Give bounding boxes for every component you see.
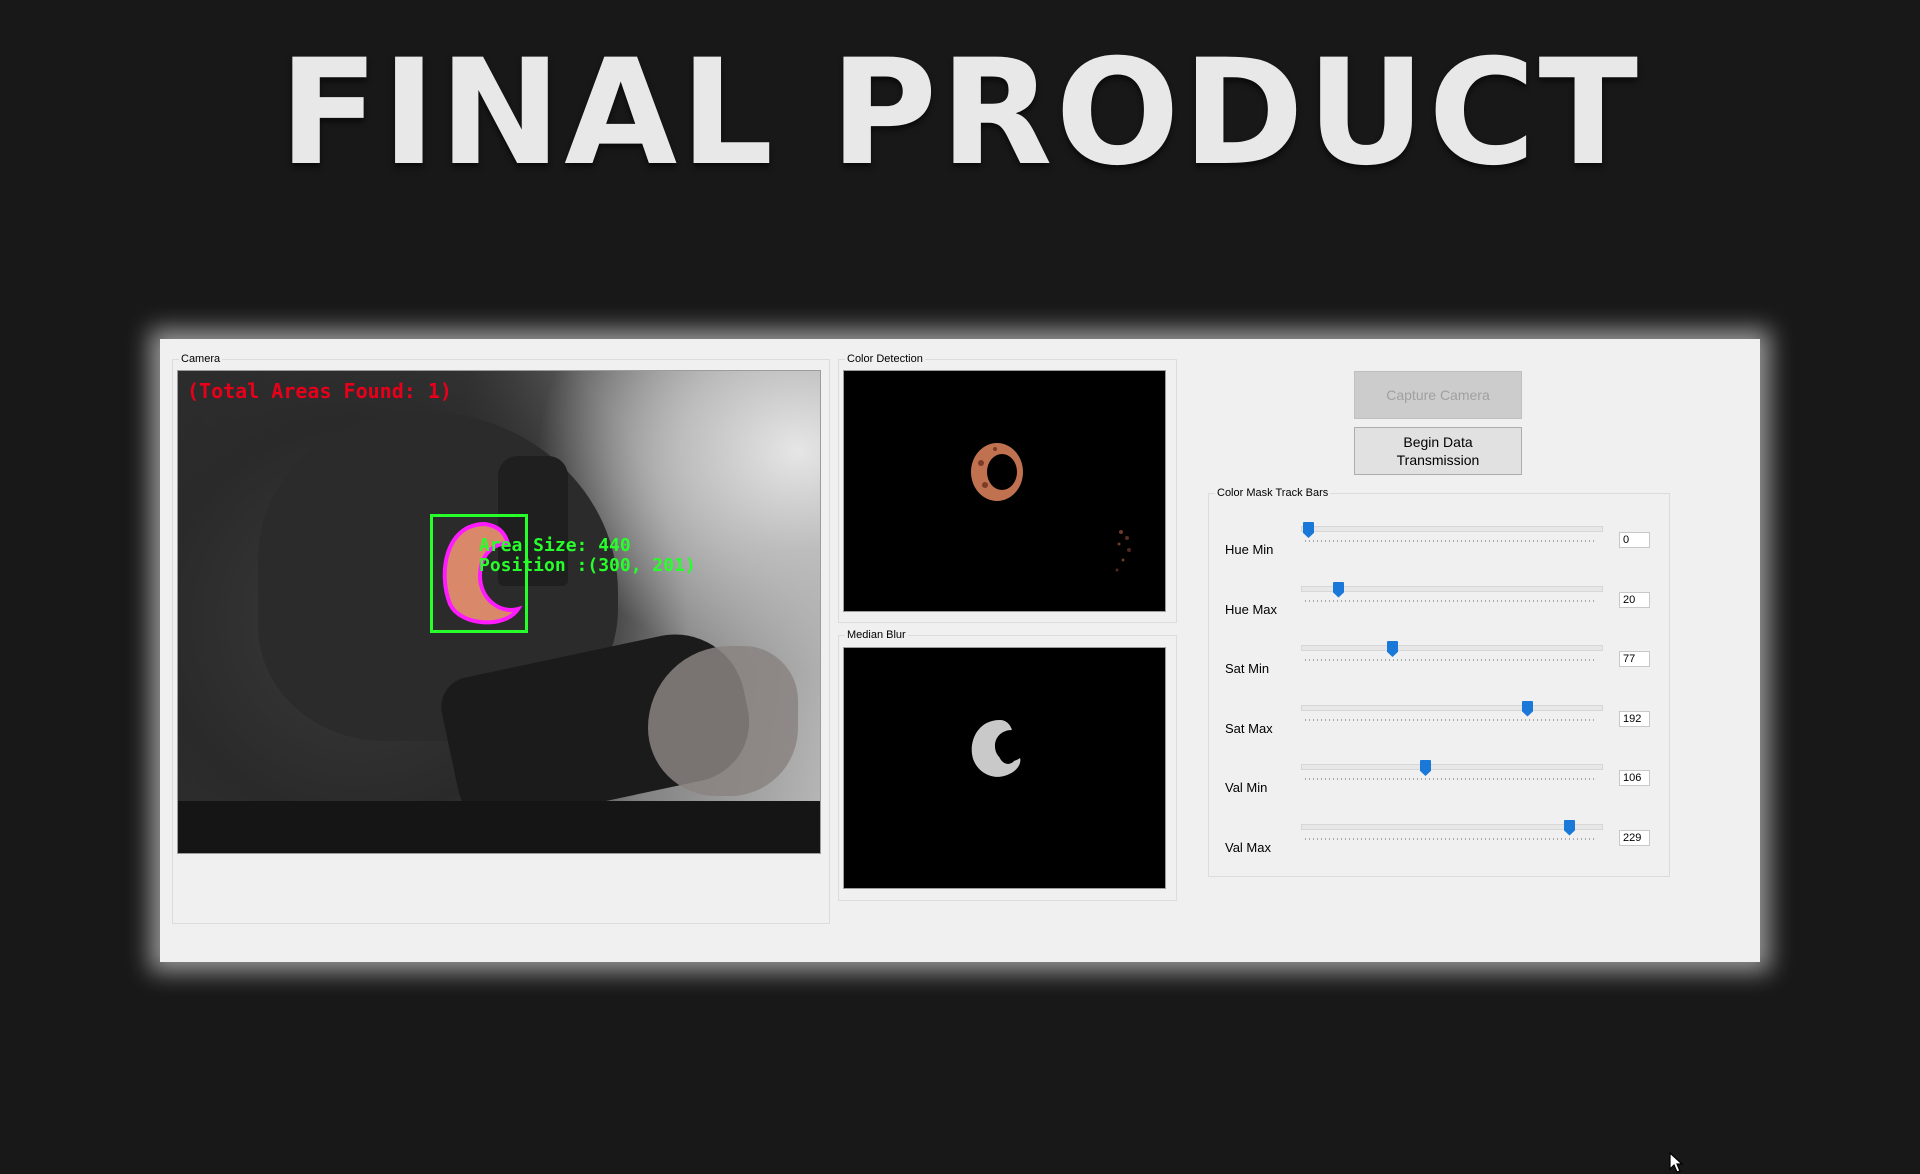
trackbar-track[interactable] xyxy=(1301,581,1603,598)
trackbar-ticks xyxy=(1305,659,1597,661)
trackbar-ticks xyxy=(1305,540,1597,542)
trackbar-label: Val Max xyxy=(1225,839,1271,855)
trackbars-group: Color Mask Track Bars Hue Min 0 Hue Max 20 S… xyxy=(1208,487,1670,877)
trackbar-ticks xyxy=(1305,778,1597,780)
trackbar-sat-max: Sat Max 192 xyxy=(1209,700,1669,745)
trackbar-value: 20 xyxy=(1619,591,1650,608)
trackbar-thumb[interactable] xyxy=(1303,522,1314,538)
camera-view: (Total Areas Found: 1) Area Size: 440 Po… xyxy=(177,370,821,854)
trackbar-track[interactable] xyxy=(1301,700,1603,717)
trackbar-value: 229 xyxy=(1619,829,1650,846)
camera-bottom-table xyxy=(178,801,820,853)
trackbar-label: Sat Min xyxy=(1225,661,1270,676)
trackbar-val-min: Val Min 106 xyxy=(1209,760,1669,804)
trackbar-value: 106 xyxy=(1619,770,1650,786)
color-detection-noise xyxy=(1115,530,1131,572)
trackbar-track[interactable] xyxy=(1301,819,1603,836)
mouse-pointer-icon xyxy=(1669,1152,1684,1173)
trackbar-ticks xyxy=(1305,837,1597,840)
trackbar-val-max: Val Max 229 xyxy=(1209,819,1669,864)
begin-data-transmission-button[interactable]: Begin Data Transmission xyxy=(1354,427,1522,475)
trackbar-hue-max: Hue Max 20 xyxy=(1209,581,1669,626)
median-blur-label: Median Blur xyxy=(845,629,908,641)
trackbar-ticks xyxy=(1305,718,1597,721)
trackbar-value: 77 xyxy=(1619,651,1650,667)
trackbars-group-label: Color Mask Track Bars xyxy=(1215,487,1331,499)
trackbar-thumb[interactable] xyxy=(1420,760,1431,776)
trackbar-label: Hue Max xyxy=(1225,601,1278,617)
color-detection-label: Color Detection xyxy=(845,353,925,365)
trackbar-sat-min: Sat Min 77 xyxy=(1209,641,1669,685)
trackbar-track[interactable] xyxy=(1301,522,1603,538)
position-overlay: Position :(300, 201) xyxy=(479,555,696,576)
trackbar-thumb[interactable] xyxy=(1564,819,1575,836)
trackbar-value: 192 xyxy=(1619,710,1650,727)
area-size-overlay: Area Size: 440 xyxy=(479,535,631,556)
app-window: Camera (Total Areas Found: 1) Area Size:… xyxy=(160,339,1760,1173)
camera-group-label: Camera xyxy=(179,353,223,365)
total-areas-overlay: (Total Areas Found: 1) xyxy=(187,379,452,403)
trackbar-track[interactable] xyxy=(1301,760,1603,776)
median-blur-view xyxy=(843,647,1166,889)
trackbar-track[interactable] xyxy=(1301,641,1603,657)
median-blur-blob xyxy=(971,720,1021,777)
banner-title: FINAL PRODUCT xyxy=(278,28,1642,198)
color-detection-view xyxy=(843,370,1166,612)
trackbar-thumb[interactable] xyxy=(1333,581,1344,598)
trackbar-thumb[interactable] xyxy=(1387,641,1398,657)
trackbar-thumb[interactable] xyxy=(1522,700,1533,717)
trackbar-label: Hue Min xyxy=(1225,542,1274,557)
trackbar-value: 0 xyxy=(1619,532,1650,548)
trackbar-label: Sat Max xyxy=(1225,720,1273,736)
color-detection-blob xyxy=(971,443,1023,501)
capture-camera-button[interactable]: Capture Camera xyxy=(1354,371,1522,419)
trackbar-hue-min: Hue Min 0 xyxy=(1209,522,1669,566)
trackbar-label: Val Min xyxy=(1225,780,1268,795)
trackbar-ticks xyxy=(1305,599,1597,602)
